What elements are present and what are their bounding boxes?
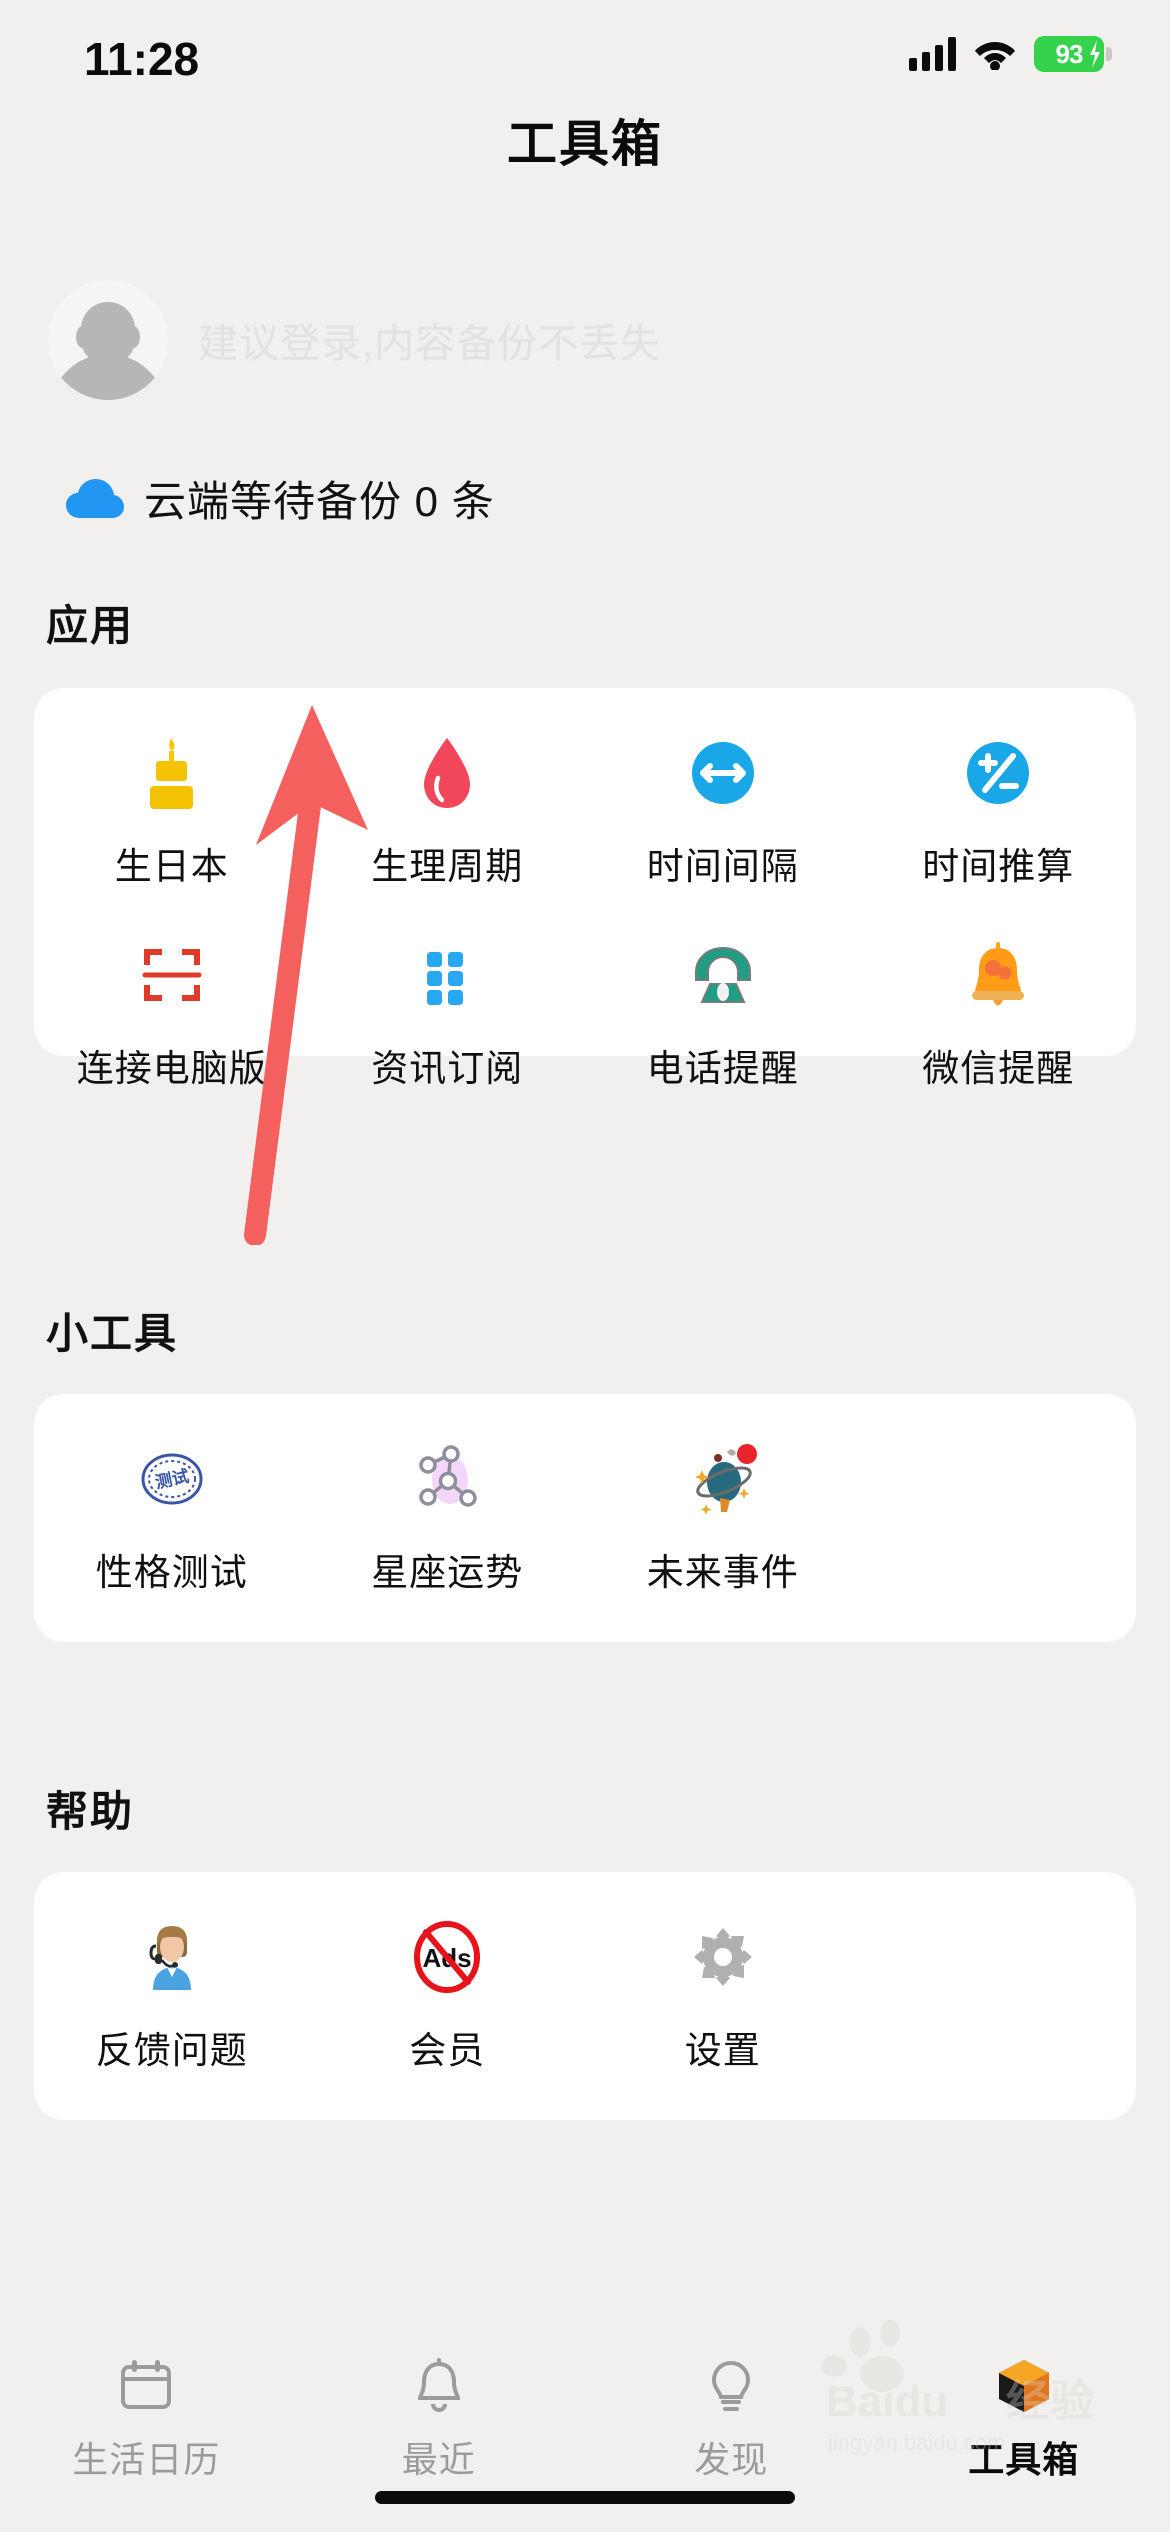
help-label: 会员	[409, 2030, 486, 2071]
app-label: 时间推算	[922, 846, 1075, 887]
constellation-icon	[404, 1436, 490, 1522]
app-label: 电话提醒	[646, 1048, 799, 1089]
tab-life-calendar[interactable]: 生活日历	[0, 2355, 293, 2483]
app-item-news-subscription[interactable]: 资讯订阅	[310, 890, 586, 1092]
status-bar-indicators: 93	[909, 36, 1112, 72]
birthday-cake-icon	[129, 730, 215, 816]
widget-item-horoscope[interactable]: 星座运势	[310, 1394, 586, 1642]
signal-icon	[909, 37, 956, 71]
toolbox-cube-icon	[993, 2355, 1055, 2417]
tab-label: 工具箱	[968, 2439, 1080, 2480]
app-item-phone-reminder[interactable]: 电话提醒	[585, 890, 861, 1092]
tab-recent[interactable]: 最近	[293, 2355, 586, 2483]
cloud-icon	[66, 478, 124, 520]
app-item-time-calculation[interactable]: 时间推算	[861, 688, 1137, 890]
help-card: 反馈问题 Ads 会员	[34, 1872, 1136, 2120]
arrows-horizontal-icon	[680, 730, 766, 816]
app-label: 生理周期	[371, 846, 524, 887]
home-indicator	[375, 2491, 795, 2504]
section-title-apps: 应用	[46, 602, 135, 649]
tab-bar: 生活日历 最近 发现 工具箱	[0, 2327, 1170, 2532]
app-label: 资讯订阅	[371, 1048, 524, 1089]
apps-card: 生日本 生理周期 时间间隔 时间推算 连接电脑版 资讯订阅 电话提醒 微信提醒	[34, 688, 1137, 1089]
cloud-backup-row[interactable]: 云端等待备份 0 条	[66, 468, 495, 529]
cloud-backup-label: 云端等待备份 0 条	[144, 478, 495, 525]
widget-label: 性格测试	[95, 1552, 248, 1593]
status-bar: 11:28 93	[0, 0, 1170, 100]
tab-discover[interactable]: 发现	[585, 2355, 878, 2483]
app-item-wechat-reminder[interactable]: 微信提醒	[861, 890, 1137, 1092]
widget-item-personality-test[interactable]: 测试 性格测试	[34, 1394, 310, 1642]
lightbulb-icon	[700, 2355, 762, 2417]
app-label: 时间间隔	[646, 846, 799, 887]
app-item-connect-pc[interactable]: 连接电脑版	[34, 890, 310, 1092]
help-empty-slot	[861, 1872, 1137, 2120]
app-screen: 11:28 93 工具箱 建议登录,内容备份不丢失 云端等待备份 0 条 应用 …	[0, 0, 1170, 2532]
app-item-birthday[interactable]: 生日本	[34, 688, 310, 890]
avatar-placeholder-icon[interactable]	[48, 280, 168, 400]
profile-row[interactable]: 建议登录,内容备份不丢失	[48, 280, 661, 400]
plus-minus-icon	[955, 730, 1041, 816]
svg-text:测试: 测试	[153, 1466, 190, 1493]
help-item-membership[interactable]: Ads 会员	[310, 1872, 586, 2120]
bell-icon	[408, 2355, 470, 2417]
widget-item-future-events[interactable]: 未来事件	[585, 1394, 861, 1642]
gear-icon	[680, 1914, 766, 2000]
login-hint-label: 建议登录,内容备份不丢失	[198, 322, 662, 366]
planet-icon	[680, 1436, 766, 1522]
battery-percent: 93	[1055, 38, 1084, 69]
help-label: 反馈问题	[95, 2030, 248, 2071]
help-item-settings[interactable]: 设置	[585, 1872, 861, 2120]
bell-chat-icon	[955, 932, 1041, 1018]
telephone-icon	[680, 932, 766, 1018]
widgets-card: 测试 性格测试 星座运势 未来事件	[34, 1394, 1136, 1642]
widget-label: 星座运势	[371, 1552, 524, 1593]
tab-label: 最近	[401, 2439, 476, 2480]
section-title-widgets: 小工具	[46, 1310, 179, 1357]
app-item-menstrual-cycle[interactable]: 生理周期	[310, 688, 586, 890]
calendar-icon	[115, 2355, 177, 2417]
section-title-help: 帮助	[46, 1788, 135, 1835]
test-stamp-icon: 测试	[129, 1436, 215, 1522]
blood-drop-icon	[404, 730, 490, 816]
tab-toolbox[interactable]: 工具箱	[878, 2355, 1170, 2483]
app-label: 连接电脑版	[76, 1048, 267, 1089]
app-label: 微信提醒	[922, 1048, 1075, 1089]
help-item-feedback[interactable]: 反馈问题	[34, 1872, 310, 2120]
help-label: 设置	[684, 2030, 761, 2071]
widget-label: 未来事件	[646, 1552, 799, 1593]
page-title: 工具箱	[507, 116, 663, 172]
scan-frame-icon	[129, 932, 215, 1018]
tab-label: 发现	[694, 2439, 769, 2480]
app-label: 生日本	[114, 846, 229, 887]
widget-empty-slot	[861, 1394, 1137, 1642]
no-ads-icon: Ads	[404, 1914, 490, 2000]
status-bar-time: 11:28	[84, 33, 200, 85]
wifi-icon	[974, 38, 1016, 71]
battery-charging-icon: 93	[1034, 36, 1112, 72]
support-agent-icon	[129, 1914, 215, 2000]
tab-label: 生活日历	[72, 2439, 221, 2480]
app-item-time-interval[interactable]: 时间间隔	[585, 688, 861, 890]
dot-grid-icon	[404, 932, 490, 1018]
